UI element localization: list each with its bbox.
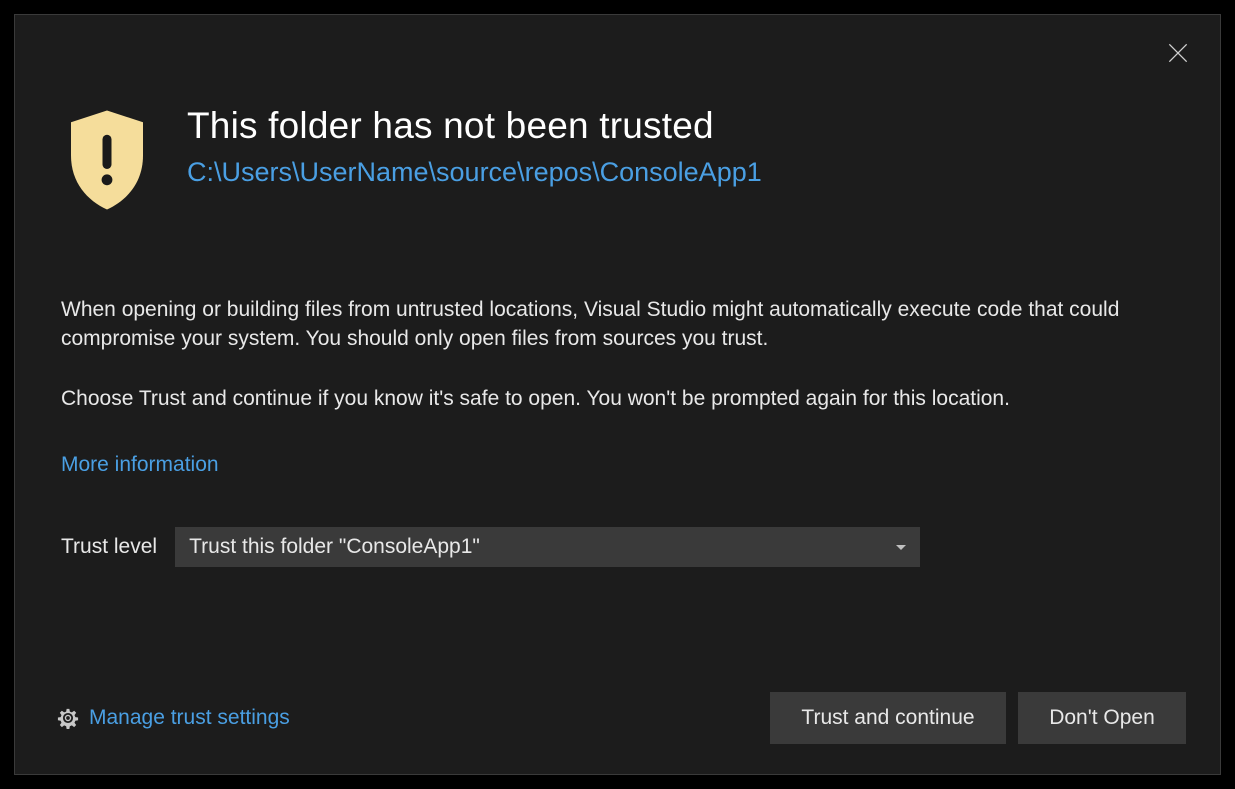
trust-level-dropdown[interactable]: Trust this folder "ConsoleApp1" <box>175 527 920 567</box>
trust-dropdown-selected: Trust this folder "ConsoleApp1" <box>189 535 480 559</box>
trust-and-continue-button[interactable]: Trust and continue <box>770 692 1006 744</box>
header-text-block: This folder has not been trusted C:\User… <box>187 105 762 188</box>
dialog-body: When opening or building files from untr… <box>15 225 1220 567</box>
gear-icon <box>57 707 79 729</box>
more-information-link[interactable]: More information <box>61 453 219 477</box>
dont-open-button[interactable]: Don't Open <box>1018 692 1186 744</box>
instruction-text: Choose Trust and continue if you know it… <box>61 384 1174 413</box>
manage-trust-settings-label: Manage trust settings <box>89 706 290 730</box>
trust-level-row: Trust level Trust this folder "ConsoleAp… <box>61 527 1174 567</box>
chevron-down-icon <box>896 545 906 550</box>
close-button[interactable] <box>1162 37 1194 69</box>
manage-trust-settings-link[interactable]: Manage trust settings <box>57 706 290 730</box>
trust-dialog: This folder has not been trusted C:\User… <box>14 14 1221 775</box>
warning-text: When opening or building files from untr… <box>61 295 1174 354</box>
trust-level-label: Trust level <box>61 535 157 559</box>
close-icon <box>1165 40 1191 66</box>
folder-path: C:\Users\UserName\source\repos\ConsoleAp… <box>187 157 762 188</box>
shield-warning-icon <box>57 105 157 225</box>
dialog-footer: Manage trust settings Trust and continue… <box>15 692 1220 744</box>
footer-buttons: Trust and continue Don't Open <box>770 692 1186 744</box>
dialog-header: This folder has not been trusted C:\User… <box>15 15 1220 225</box>
dialog-title: This folder has not been trusted <box>187 105 762 147</box>
